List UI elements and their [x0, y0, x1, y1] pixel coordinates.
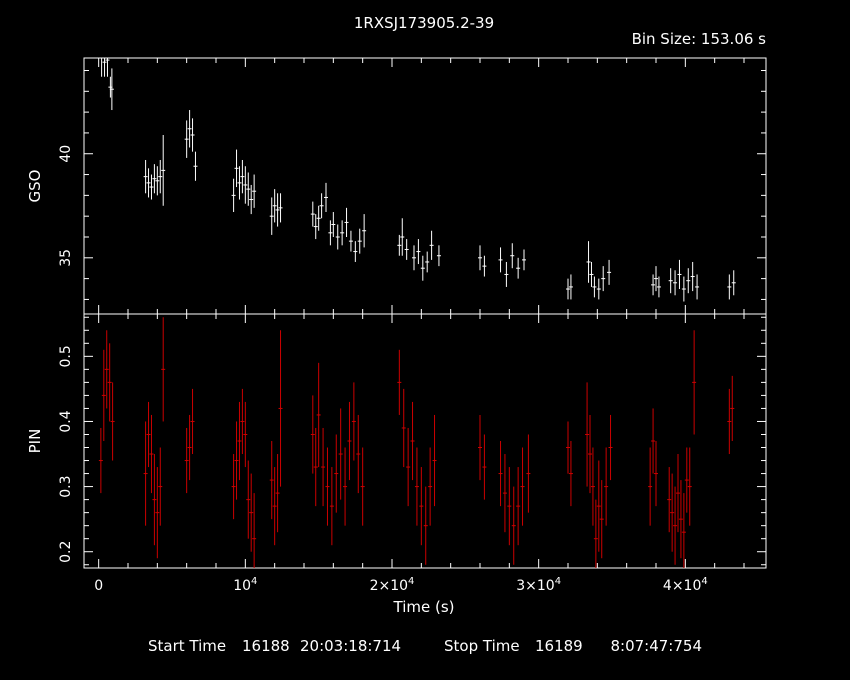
- bin-size-label: Bin Size: 153.06 s: [632, 30, 767, 48]
- y-tick-label: 0.5: [58, 345, 74, 367]
- time-tick-labels: 0 104 2×104 3×104 4×104: [94, 576, 708, 594]
- y-tick-label: 0.2: [58, 541, 74, 563]
- panel-border: [83, 57, 767, 315]
- y-tick-label: 35: [58, 249, 74, 267]
- pin-tick-labels: 0.2 0.3 0.4 0.5: [58, 345, 74, 563]
- footer-start-time: 20:03:18:714: [300, 637, 401, 655]
- y-tick-label: 0.3: [58, 475, 74, 497]
- x-tick-label: 2×104: [370, 576, 415, 594]
- chart-title: 1RXSJ173905.2-39: [354, 14, 494, 32]
- x-tick-label: 3×104: [516, 576, 561, 594]
- footer-start-day: 16188: [242, 637, 290, 655]
- gso-data-points: [99, 57, 736, 302]
- gso-tick-labels: 35 40: [58, 145, 74, 267]
- footer-stop-label: Stop Time: [444, 637, 520, 655]
- pin-axis-label: PIN: [26, 429, 44, 454]
- y-tick-label: 40: [58, 145, 74, 163]
- light-curve-figure: 1RXSJ173905.2-39 Bin Size: 153.06 s GSO …: [0, 0, 850, 680]
- gso-panel-frame: [83, 57, 767, 315]
- light-curve-svg: 1RXSJ173905.2-39 Bin Size: 153.06 s GSO …: [26, 14, 767, 655]
- x-tick-label: 104: [233, 576, 257, 594]
- y-tick-label: 0.4: [58, 410, 74, 432]
- time-axis-label: Time (s): [393, 598, 455, 616]
- pin-data-points: [98, 317, 735, 568]
- x-tick-label: 0: [94, 578, 103, 594]
- footer-stop-time: 8:07:47:754: [610, 637, 702, 655]
- x-tick-label: 4×104: [663, 576, 708, 594]
- footer-stop-day: 16189: [535, 637, 583, 655]
- gso-axis-label: GSO: [26, 170, 44, 203]
- footer-start-label: Start Time: [148, 637, 226, 655]
